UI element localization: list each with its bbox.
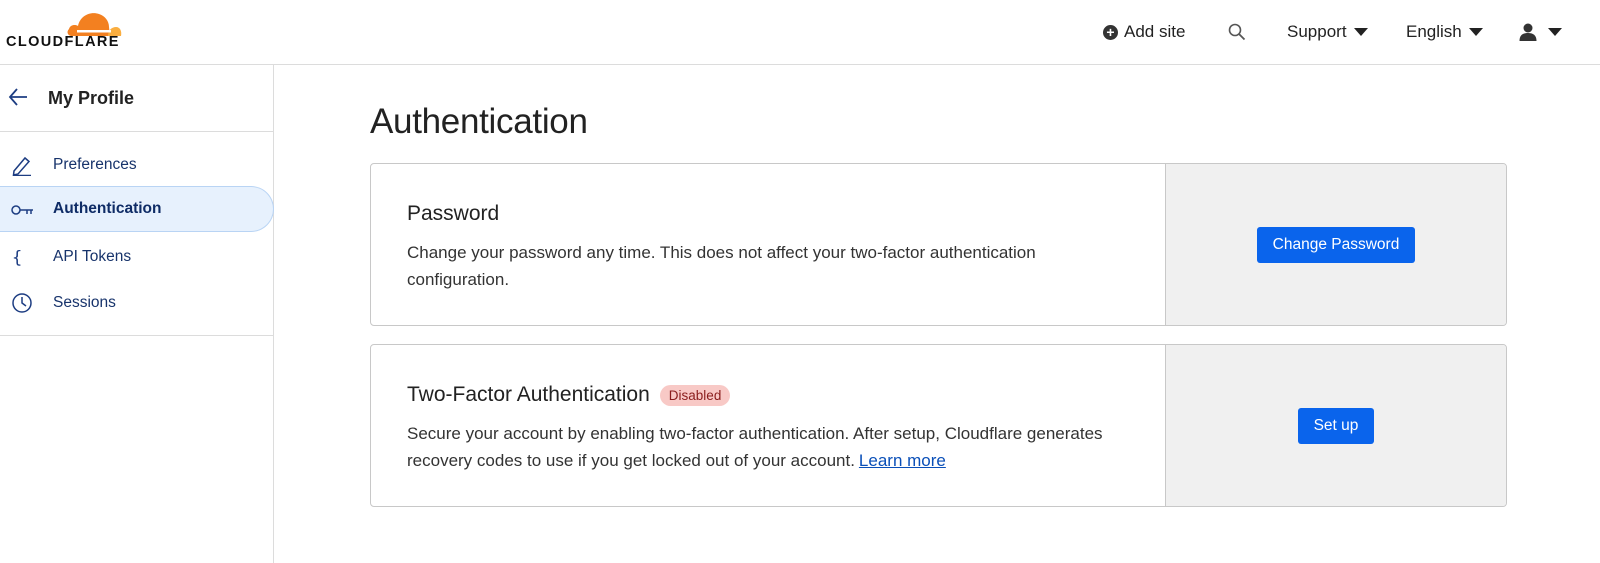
caret-down-icon — [1353, 28, 1368, 36]
sidebar-item-label: Authentication — [53, 200, 162, 217]
set-up-button[interactable]: Set up — [1297, 407, 1375, 444]
sidebar-header: My Profile — [0, 65, 274, 132]
sidebar-menu: Preferences Authentication { } API Token… — [0, 132, 274, 336]
sidebar-item-authentication[interactable]: Authentication — [0, 186, 274, 232]
sidebar: My Profile Preferences Authentication { … — [0, 65, 274, 563]
svg-text:{ }: { } — [12, 248, 34, 268]
two-factor-card-title: Two-Factor Authentication Disabled — [407, 383, 731, 407]
user-menu[interactable] — [1518, 19, 1562, 45]
clock-icon — [12, 293, 32, 313]
sidebar-title: My Profile — [48, 88, 135, 108]
two-factor-card-actions: Set up — [1165, 345, 1506, 506]
language-label: English — [1406, 22, 1462, 41]
braces-icon: { } — [12, 248, 34, 268]
search-icon — [1228, 23, 1246, 41]
add-site-button[interactable]: + Add site — [1103, 19, 1185, 45]
language-dropdown[interactable]: English — [1406, 19, 1483, 45]
status-badge: Disabled — [659, 384, 731, 406]
sidebar-item-api-tokens[interactable]: { } API Tokens — [0, 234, 274, 280]
password-title-text: Password — [407, 202, 500, 225]
sidebar-item-label: API Tokens — [53, 248, 132, 265]
sidebar-item-sessions[interactable]: Sessions — [0, 280, 274, 326]
cloudflare-logo[interactable]: CLOUDFLARE — [6, 8, 124, 50]
support-label: Support — [1287, 22, 1347, 41]
two-factor-description-text: Secure your account by enabling two-fact… — [407, 424, 1103, 470]
caret-down-icon — [1468, 28, 1483, 36]
back-arrow-icon[interactable] — [8, 86, 28, 108]
logo-wordmark: CLOUDFLARE — [6, 34, 120, 50]
user-icon — [1519, 23, 1537, 41]
pencil-icon — [12, 156, 31, 176]
key-icon — [11, 205, 33, 215]
two-factor-title-text: Two-Factor Authentication — [407, 383, 650, 406]
sidebar-item-label: Sessions — [53, 294, 116, 311]
two-factor-card: Two-Factor Authentication Disabled Secur… — [370, 344, 1507, 507]
search-button[interactable] — [1228, 19, 1246, 45]
sidebar-item-label: Preferences — [53, 156, 137, 173]
sidebar-item-preferences[interactable]: Preferences — [0, 142, 274, 188]
password-card-title: Password — [407, 202, 499, 226]
password-card: Password Change your password any time. … — [370, 163, 1507, 326]
password-card-description: Change your password any time. This does… — [407, 243, 1036, 289]
plus-circle-icon: + — [1103, 24, 1118, 40]
password-card-actions: Change Password — [1165, 164, 1506, 325]
support-dropdown[interactable]: Support — [1287, 19, 1368, 45]
change-password-button[interactable]: Change Password — [1256, 226, 1416, 263]
add-site-label: Add site — [1124, 22, 1186, 41]
page-title: Authentication — [370, 102, 588, 141]
top-header: CLOUDFLARE + Add site Support English — [0, 0, 1600, 65]
two-factor-card-description: Secure your account by enabling two-fact… — [407, 420, 1107, 474]
learn-more-link[interactable]: Learn more — [859, 451, 946, 470]
caret-down-icon — [1548, 28, 1562, 36]
